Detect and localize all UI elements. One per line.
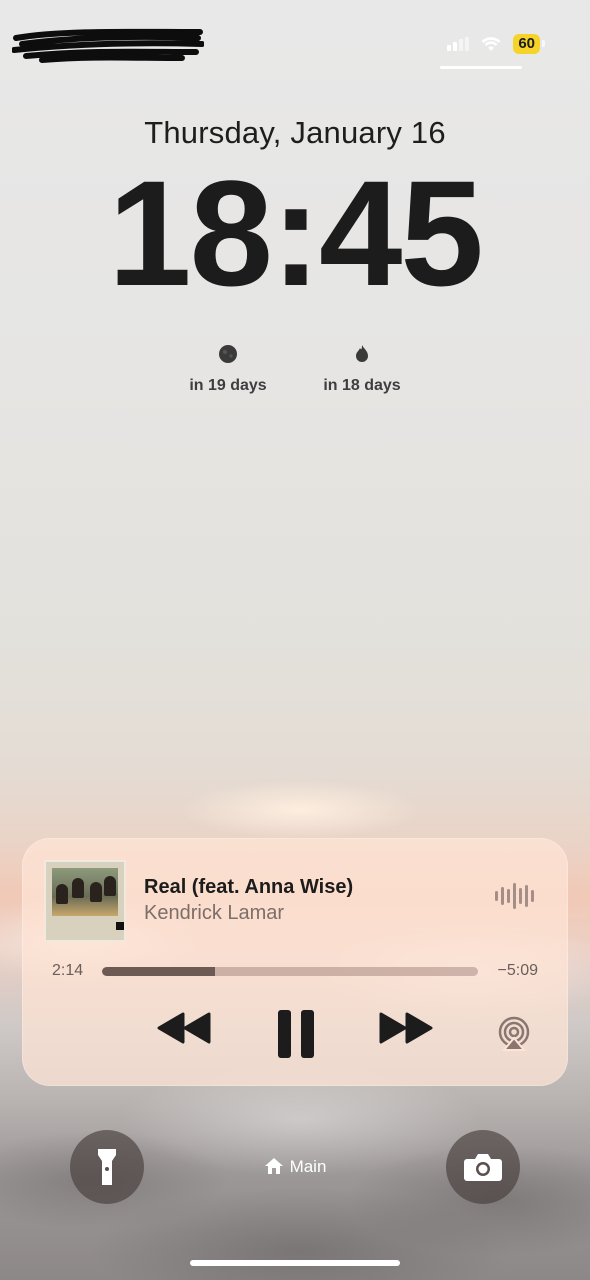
pause-icon[interactable] bbox=[276, 1008, 316, 1060]
camera-icon bbox=[464, 1154, 502, 1181]
home-indicator-bar[interactable] bbox=[190, 1260, 400, 1266]
album-artwork[interactable] bbox=[44, 860, 126, 942]
now-playing-card[interactable]: Real (feat. Anna Wise) Kendrick Lamar 2:… bbox=[22, 838, 568, 1086]
redacted-carrier-scribble bbox=[12, 28, 204, 63]
airplay-icon[interactable] bbox=[496, 1016, 532, 1052]
countdown-widget-2[interactable]: in 18 days bbox=[282, 344, 442, 395]
focus-mode-label: Main bbox=[289, 1157, 327, 1176]
audio-waveform-icon[interactable] bbox=[495, 882, 534, 910]
cellular-signal-icon bbox=[447, 37, 470, 51]
lock-screen-date: Thursday, January 16 bbox=[144, 115, 446, 150]
status-bar-indicator-line bbox=[440, 66, 522, 69]
rewind-icon[interactable] bbox=[156, 1008, 212, 1048]
status-bar: 60 bbox=[447, 32, 545, 56]
wifi-icon bbox=[481, 37, 501, 51]
home-icon bbox=[264, 1158, 283, 1174]
flame-icon bbox=[356, 345, 368, 362]
camera-button[interactable] bbox=[446, 1130, 520, 1204]
playback-progress-fill bbox=[102, 967, 215, 976]
lock-screen-time[interactable]: 18:45 bbox=[0, 158, 590, 308]
playback-scrubber[interactable] bbox=[102, 967, 478, 976]
elapsed-time: 2:14 bbox=[52, 962, 84, 979]
widget-label: in 18 days bbox=[323, 377, 401, 394]
fast-forward-icon[interactable] bbox=[378, 1008, 434, 1048]
track-title: Real (feat. Anna Wise) bbox=[144, 876, 354, 898]
track-artist: Kendrick Lamar bbox=[144, 902, 285, 924]
moon-icon bbox=[219, 345, 237, 363]
album-art-scene bbox=[52, 868, 118, 916]
parental-advisory-icon bbox=[116, 922, 124, 930]
remaining-time: −5:09 bbox=[497, 962, 538, 979]
battery-indicator: 60 bbox=[513, 34, 545, 54]
